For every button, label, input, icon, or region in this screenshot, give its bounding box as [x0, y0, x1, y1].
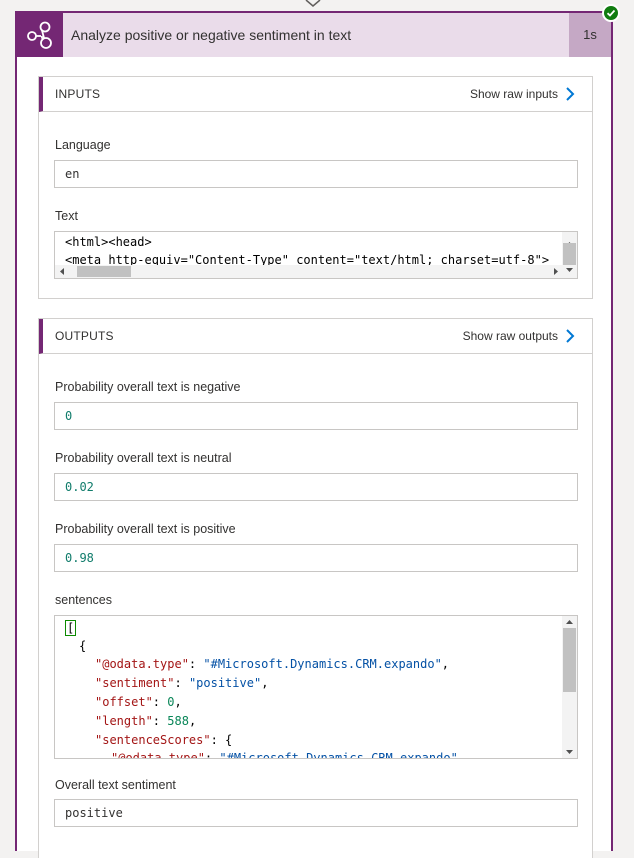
- positive-probability-label: Probability overall text is positive: [55, 522, 236, 536]
- negative-probability-label: Probability overall text is negative: [55, 380, 241, 394]
- sentences-label: sentences: [55, 593, 112, 607]
- overall-sentiment-label: Overall text sentiment: [55, 778, 176, 792]
- code-line: "length": 588,: [95, 714, 197, 728]
- outputs-section: OUTPUTS Show raw outputs Probability ove…: [38, 318, 593, 858]
- vertical-scroll-thumb[interactable]: [563, 628, 576, 692]
- negative-probability-field[interactable]: 0: [54, 402, 578, 430]
- inputs-section: INPUTS Show raw inputs Language en Text …: [38, 76, 593, 299]
- outputs-section-title: OUTPUTS: [55, 329, 114, 343]
- text-line: <html><head>: [65, 235, 152, 249]
- inputs-section-title: INPUTS: [55, 87, 101, 101]
- vertical-scroll-thumb[interactable]: [563, 243, 576, 265]
- inputs-section-header: INPUTS Show raw inputs: [39, 77, 592, 112]
- sentences-field[interactable]: [ { "@odata.type": "#Microsoft.Dynamics.…: [54, 615, 578, 759]
- negative-probability-value: 0: [65, 409, 73, 423]
- show-raw-outputs-link[interactable]: Show raw outputs: [463, 319, 558, 353]
- code-line: "sentiment": "positive",: [95, 676, 269, 690]
- neutral-probability-value: 0.02: [65, 480, 94, 494]
- code-line: "@odata.type": "#Microsoft.Dynamics.CRM.…: [95, 657, 450, 671]
- scroll-right-icon[interactable]: [549, 265, 563, 278]
- overall-sentiment-value: positive: [65, 806, 123, 820]
- positive-probability-value: 0.98: [65, 551, 94, 565]
- scroll-left-icon[interactable]: [55, 265, 69, 278]
- code-line: "@odata.type": "#Microsoft.Dynamics.CRM.…: [111, 751, 458, 759]
- neutral-probability-label: Probability overall text is neutral: [55, 451, 232, 465]
- action-title: Analyze positive or negative sentiment i…: [71, 27, 352, 43]
- connector-arrow-icon: [305, 0, 321, 7]
- code-line: "offset": 0,: [95, 695, 182, 709]
- overall-sentiment-field[interactable]: positive: [54, 799, 578, 827]
- text-horizontal-scrollbar[interactable]: [55, 265, 563, 278]
- language-field[interactable]: en: [54, 160, 578, 188]
- text-analytics-icon: [17, 13, 63, 57]
- neutral-probability-field[interactable]: 0.02: [54, 473, 578, 501]
- text-vertical-scrollbar[interactable]: [562, 232, 577, 278]
- show-raw-inputs-link[interactable]: Show raw inputs: [470, 77, 558, 111]
- chevron-right-icon[interactable]: [564, 87, 576, 101]
- code-line: "sentenceScores": {: [95, 733, 233, 747]
- text-field[interactable]: <html><head> <meta http-equiv="Content-T…: [54, 231, 578, 279]
- chevron-right-icon[interactable]: [564, 329, 576, 343]
- sentences-vertical-scrollbar[interactable]: [562, 616, 577, 758]
- code-line: {: [79, 639, 87, 653]
- action-card: Analyze positive or negative sentiment i…: [15, 11, 613, 858]
- outputs-section-header: OUTPUTS Show raw outputs: [39, 319, 592, 354]
- language-label: Language: [55, 138, 111, 152]
- code-line: [: [65, 620, 77, 636]
- action-header[interactable]: Analyze positive or negative sentiment i…: [17, 13, 611, 57]
- success-check-icon: [602, 4, 620, 22]
- text-label: Text: [55, 209, 78, 223]
- horizontal-scroll-thumb[interactable]: [77, 266, 131, 277]
- positive-probability-field[interactable]: 0.98: [54, 544, 578, 572]
- language-value: en: [65, 167, 80, 181]
